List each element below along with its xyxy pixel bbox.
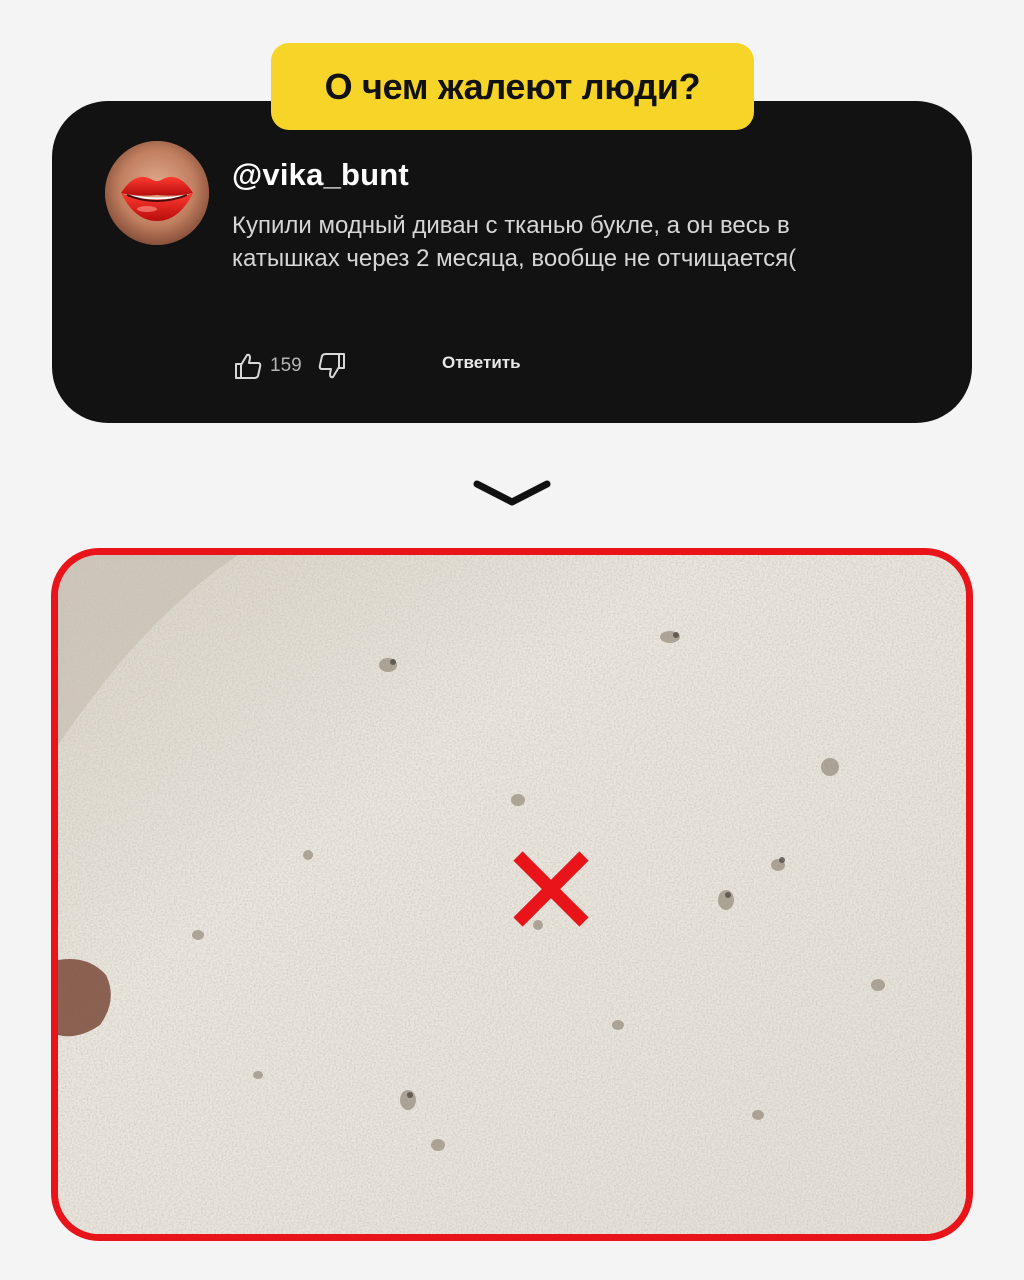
comment-username[interactable]: @vika_bunt — [232, 157, 409, 193]
thumbs-down-icon[interactable] — [316, 350, 348, 382]
comment-text: Купили модный диван с тканью букле, а он… — [232, 212, 797, 272]
cross-mark-icon — [513, 851, 589, 927]
like-count: 159 — [270, 355, 302, 376]
reply-button[interactable]: Ответить — [442, 353, 521, 373]
page-title: О чем жалеют люди? — [271, 43, 754, 130]
thumbs-up-icon[interactable] — [232, 350, 264, 382]
lips-avatar-icon — [105, 141, 209, 245]
comment-actions: 159 — [232, 349, 348, 383]
chevron-down-icon — [473, 480, 551, 506]
avatar[interactable] — [105, 141, 209, 245]
comment-card: @vika_bunt Купили модный диван с тканью … — [52, 101, 972, 423]
